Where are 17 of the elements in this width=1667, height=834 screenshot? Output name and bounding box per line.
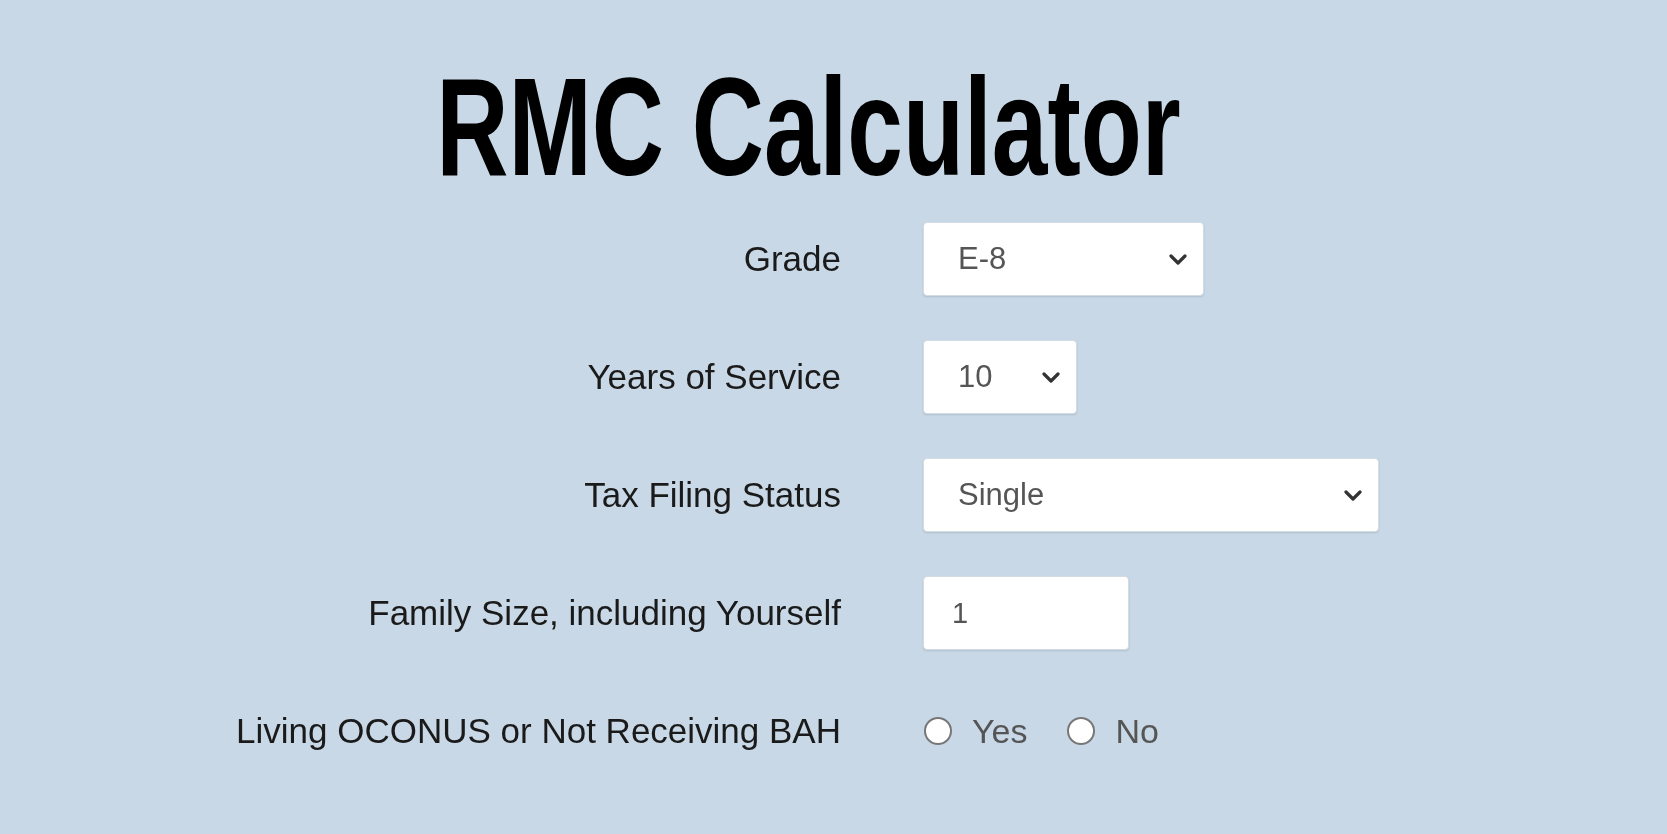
chevron-down-icon bbox=[1042, 371, 1060, 383]
chevron-down-icon bbox=[1169, 253, 1187, 265]
radio-label[interactable]: Yes bbox=[972, 711, 1028, 751]
field-label: Years of Service bbox=[587, 357, 841, 397]
radio-label[interactable]: No bbox=[1115, 711, 1159, 751]
field-label: Family Size, including Yourself bbox=[368, 593, 841, 633]
field-label: Living OCONUS or Not Receiving BAH bbox=[236, 711, 841, 751]
dropdown[interactable]: 10 bbox=[923, 340, 1077, 414]
radio-button[interactable] bbox=[924, 717, 952, 745]
dropdown[interactable]: Single bbox=[923, 458, 1379, 532]
number-input[interactable]: 1 bbox=[923, 576, 1129, 650]
field-label: Tax Filing Status bbox=[584, 475, 841, 515]
dropdown[interactable]: E-8 bbox=[923, 222, 1204, 296]
page-title: RMC Calculator bbox=[436, 56, 1181, 196]
chevron-down-icon bbox=[1344, 489, 1362, 501]
radio-button[interactable] bbox=[1067, 717, 1096, 745]
field-label: Grade bbox=[743, 239, 841, 279]
